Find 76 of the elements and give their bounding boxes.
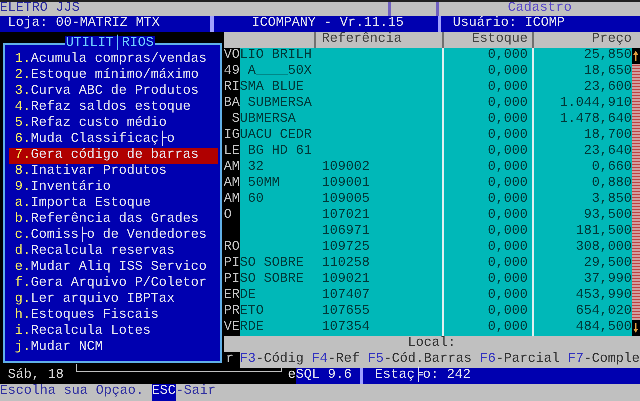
menu-item[interactable]: 8.Inativar Produtos [9,164,218,180]
menu-item[interactable]: 7.Gera código de barras [9,148,218,164]
table-cell: 23,640 [532,144,632,160]
menu-item[interactable]: i.Recalcula Lotes [9,324,218,340]
menu-item[interactable]: 5.Refaz custo médio [9,116,218,132]
table-cell: 453,990 [532,288,632,304]
table-cell: 0,000 [442,112,532,128]
menu-item[interactable]: f.Gera Arquivo P/Coletor [9,276,218,292]
down-arrow-icon[interactable] [632,320,640,336]
table-cell: 181,500 [532,224,632,240]
table-cell: 0,000 [442,224,532,240]
key-hint-fragment: r [225,352,235,368]
table-cell: 93,500 [532,208,632,224]
table-cell: 0,000 [442,192,532,208]
product-version: ICOMPANY - Vr.11.15 [252,16,405,32]
table-cell: 0,000 [442,128,532,144]
table-cell: 1.478,640 [532,112,632,128]
menu-item[interactable]: 9.Inventário [9,180,218,196]
table-cell: 0,000 [442,144,532,160]
table-cell: 0,000 [442,176,532,192]
date-label: Sáb, 18 [7,368,65,384]
table-cell: 0,000 [442,288,532,304]
menu-item[interactable]: c.Comiss├o de Vendedores [9,228,218,244]
table-cell: 18,700 [532,128,632,144]
table-cell: 0,000 [442,96,532,112]
function-key-hint[interactable]: F6-Parcial [480,352,560,368]
menu-item[interactable]: g.Ler arquivo IBPTax [9,292,218,308]
module-title: Cadastro [507,2,573,16]
company-name: ELETRO JJS [0,2,80,16]
menu-item[interactable]: h.Estoques Fiscais [9,308,218,324]
table-cell: 0,000 [442,80,532,96]
table-cell: 0,000 [442,160,532,176]
menu-item[interactable]: 3.Curva ABC de Produtos [9,84,218,100]
function-key-hint[interactable]: F7-Comple [568,352,640,368]
table-cell: 484,500 [532,320,632,336]
table-cell: 0,000 [442,304,532,320]
table-cell: 29,500 [532,256,632,272]
table-cell: 0,000 [442,320,532,336]
exit-label: -Sair [176,384,216,401]
menu-item[interactable]: d.Recalcula reservas [9,244,218,260]
table-cell: 37,990 [532,272,632,288]
menu-item[interactable]: 6.Muda Classificaç├o [9,132,218,148]
table-cell: 0,000 [442,48,532,64]
function-key-hint[interactable]: F3-Códig [240,352,304,368]
menu-item[interactable]: 4.Refaz saldos estoque [9,100,218,116]
prompt-text: Escolha sua Opçao. [0,384,144,401]
table-cell: 0,000 [442,240,532,256]
menu-item[interactable]: e.Mudar Aliq ISS Servico [9,260,218,276]
menu-item[interactable]: 2.Estoque mínimo/máximo [9,68,218,84]
function-key-hint[interactable]: F4-Ref [312,352,360,368]
store-label: Loja: 00-MATRIZ MTX [7,16,161,32]
menu-item[interactable]: j.Mudar NCM [9,340,218,356]
menu-item[interactable]: a.Importa Estoque [9,196,218,212]
table-cell: 0,000 [442,208,532,224]
table-cell: 654,020 [532,304,632,320]
function-key-hint[interactable]: F5-Cód.Barras [368,352,472,368]
local-label: Local: [408,336,456,351]
station-label: Estaç╞o: 242 [363,368,640,384]
escape-key-hint[interactable]: ESC [152,384,176,401]
user-label: Usuário: ICOMP [452,16,565,32]
menu-item[interactable]: 1.Acumula compras/vendas [9,52,218,68]
table-cell: 0,000 [442,272,532,288]
table-cell: 308,000 [532,240,632,256]
table-cell: 25,850 [532,48,632,64]
table-cell: 0,880 [532,176,632,192]
table-cell: 1.044,910 [532,96,632,112]
table-cell: 18,650 [532,64,632,80]
table-cell: 0,660 [532,160,632,176]
table-cell: 0,000 [442,64,532,80]
up-arrow-icon[interactable] [632,48,640,64]
menu-item[interactable]: b.Referência das Grades [9,212,218,228]
table-cell: 0,000 [442,256,532,272]
scrollbar[interactable] [632,48,640,336]
table-cell: 3,850 [532,192,632,208]
table-cell: 23,600 [532,80,632,96]
menu-title: UTILIT│RIOS [65,36,155,52]
